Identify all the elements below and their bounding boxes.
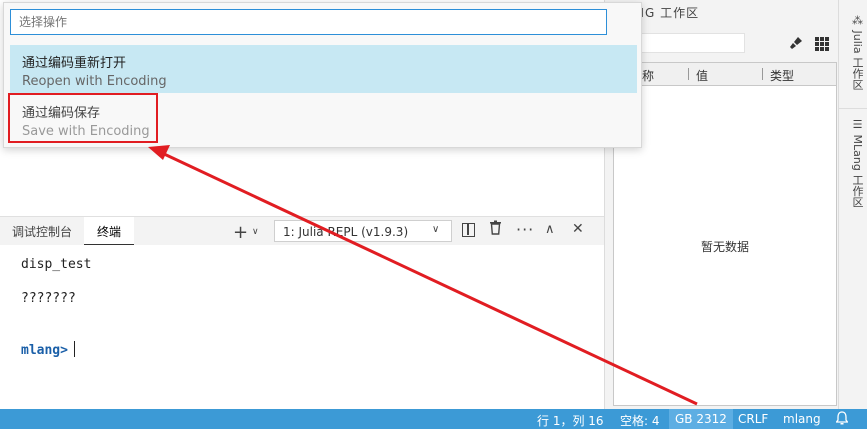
- tab-debug-console[interactable]: 调试控制台: [0, 217, 84, 241]
- ellipsis-icon[interactable]: ···: [516, 220, 534, 239]
- palette-item-reopen-with-encoding[interactable]: 通过编码重新打开 Reopen with Encoding: [10, 45, 637, 93]
- workspace-title: NG 工作区: [635, 6, 700, 20]
- chevron-down-icon: ∨: [432, 224, 440, 235]
- status-language[interactable]: mlang: [783, 412, 821, 426]
- list-icon: ☰: [851, 118, 864, 135]
- close-icon[interactable]: ✕: [572, 221, 584, 237]
- bell-icon[interactable]: [835, 411, 849, 429]
- palette-item-subtitle: Reopen with Encoding: [22, 74, 167, 89]
- panel: 调试控制台 终端 + ∨ 1: Julia REPL (v1.9.3) ∨ ··…: [0, 216, 604, 410]
- chevron-down-icon[interactable]: ∨: [252, 227, 259, 237]
- add-terminal-icon[interactable]: +: [233, 222, 248, 243]
- tab-terminal[interactable]: 终端: [84, 217, 134, 245]
- chevron-up-icon[interactable]: ∧: [545, 222, 555, 237]
- empty-state-text: 暂无数据: [700, 240, 749, 254]
- terminal-line: ???????: [21, 291, 76, 306]
- grid-icon[interactable]: [815, 37, 829, 51]
- tab-label: MLang 工作区: [851, 134, 864, 208]
- terminal-line: disp_test: [21, 257, 92, 272]
- status-cursor-position[interactable]: 行 1，列 16: [537, 412, 604, 429]
- variables-table: 称 值 类型 暂无数据: [613, 62, 837, 406]
- column-header-value[interactable]: 值: [696, 67, 708, 84]
- tab-label: Julia 工作区: [851, 30, 864, 91]
- status-indentation[interactable]: 空格: 4: [620, 412, 660, 429]
- terminal-select[interactable]: 1: Julia REPL (v1.9.3): [274, 220, 452, 242]
- tab-julia-workspace[interactable]: ⁂ Julia 工作区: [843, 14, 865, 90]
- table-header: 称 值 类型: [614, 63, 836, 86]
- brush-icon[interactable]: [789, 36, 803, 50]
- split-terminal-icon[interactable]: [462, 223, 475, 237]
- command-palette-input[interactable]: [10, 9, 607, 35]
- terminal-cursor: [74, 341, 75, 357]
- status-encoding[interactable]: GB 2312: [669, 409, 733, 429]
- status-eol[interactable]: CRLF: [738, 412, 768, 426]
- side-tabs: ⁂ Julia 工作区 ☰ MLang 工作区: [838, 0, 867, 409]
- column-header-name[interactable]: 称: [642, 67, 654, 84]
- trash-icon[interactable]: [489, 220, 502, 239]
- status-bar: 行 1，列 16 空格: 4 GB 2312 CRLF mlang: [0, 409, 867, 429]
- annotation-highlight-box: [8, 93, 158, 143]
- terminal-prompt: mlang>: [21, 343, 68, 358]
- column-header-type[interactable]: 类型: [770, 67, 794, 84]
- tab-mlang-workspace[interactable]: ☰ MLang 工作区: [843, 118, 865, 207]
- palette-item-title: 通过编码重新打开: [22, 56, 127, 71]
- julia-icon: ⁂: [851, 14, 864, 31]
